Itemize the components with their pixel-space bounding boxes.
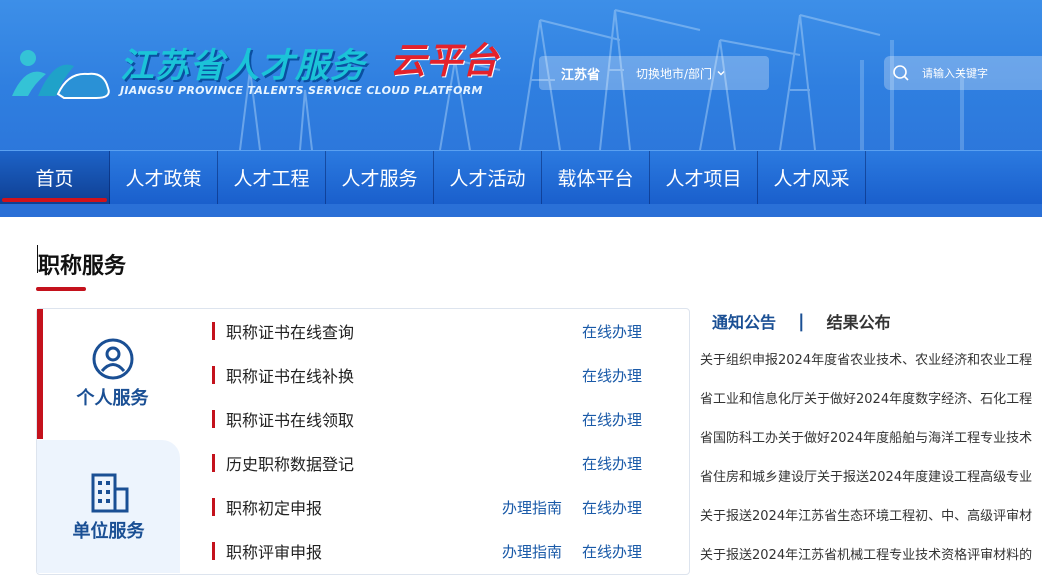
- row-marker: [212, 366, 215, 384]
- region-current: 江苏省: [561, 67, 601, 83]
- service-name[interactable]: 职称初定申报: [226, 495, 322, 519]
- main-nav: 首页 人才政策 人才工程 人才服务 人才活动 载体平台 人才项目 人才风采: [0, 150, 1042, 204]
- nav-item-platforms[interactable]: 载体平台: [542, 151, 650, 204]
- service-row: 历史职称数据登记 在线办理: [212, 441, 672, 485]
- title-underline: [36, 287, 86, 291]
- tab-personal-label: 个人服务: [76, 388, 149, 409]
- tab-separator: |: [798, 310, 805, 332]
- building-icon: [87, 471, 131, 513]
- online-apply-link[interactable]: 在线办理: [582, 321, 642, 342]
- row-marker: [212, 454, 215, 472]
- nav-item-policy[interactable]: 人才政策: [110, 151, 218, 204]
- region-switch-button[interactable]: 切换地市/部门: [636, 65, 726, 82]
- nav-item-label: 人才工程: [233, 168, 310, 190]
- logo-cloud-platform-text: 云平台: [390, 41, 499, 82]
- content-card: 职称服务 个人服务 单位服务 职称证书在线查询 在线办理 职称证书在线补换 在线…: [2, 217, 1042, 583]
- region-selector[interactable]: 江苏省 切换地市/部门: [539, 56, 769, 90]
- nav-item-label: 首页: [35, 168, 74, 190]
- nav-item-home[interactable]: 首页: [0, 151, 110, 204]
- nav-item-label: 人才活动: [449, 168, 526, 190]
- online-apply-link[interactable]: 在线办理: [582, 365, 642, 386]
- notice-list: 关于组织申报2024年度省农业技术、农业经济和农业工程 省工业和信息化厅关于做好…: [700, 339, 1042, 573]
- nav-item-label: 人才政策: [125, 168, 202, 190]
- service-name[interactable]: 职称证书在线补换: [226, 363, 354, 387]
- site-logo[interactable]: 江苏省人才服务 云平台 JIANGSU PROVINCE TALENTS SER…: [8, 40, 528, 102]
- nav-item-projects[interactable]: 人才工程: [218, 151, 326, 204]
- notice-tabs: 通知公告 | 结果公布: [712, 309, 891, 333]
- service-name[interactable]: 历史职称数据登记: [226, 451, 354, 475]
- service-row: 职称证书在线领取 在线办理: [212, 397, 672, 441]
- online-apply-link[interactable]: 在线办理: [582, 541, 642, 562]
- row-marker: [212, 322, 215, 340]
- nav-item-services[interactable]: 人才服务: [326, 151, 434, 204]
- nav-item-label: 人才风采: [773, 168, 850, 190]
- nav-item-showcase[interactable]: 人才风采: [758, 151, 866, 204]
- notice-item[interactable]: 关于报送2024年江苏省机械工程专业技术资格评审材料的: [700, 534, 1042, 573]
- service-row: 职称证书在线补换 在线办理: [212, 353, 672, 397]
- nav-item-label: 人才服务: [341, 168, 418, 190]
- search-icon[interactable]: [892, 64, 910, 82]
- notice-item[interactable]: 省住房和城乡建设厅关于报送2024年度建设工程高级专业: [700, 456, 1042, 495]
- tab-unit-label: 单位服务: [72, 520, 145, 542]
- guide-link[interactable]: 办理指南: [502, 497, 562, 518]
- online-apply-link[interactable]: 在线办理: [582, 409, 642, 430]
- notice-item[interactable]: 省国防科工办关于做好2024年度船舶与海洋工程专业技术: [700, 417, 1042, 456]
- logo-english-text: JIANGSU PROVINCE TALENTS SERVICE CLOUD P…: [120, 84, 483, 97]
- service-row: 职称评审申报 办理指南 在线办理: [212, 529, 672, 573]
- chevron-down-icon: [717, 71, 725, 76]
- nav-item-activities[interactable]: 人才活动: [434, 151, 542, 204]
- service-name[interactable]: 职称证书在线领取: [226, 407, 354, 431]
- page-title: 职称服务: [38, 254, 127, 279]
- notice-item[interactable]: 关于组织申报2024年度省农业技术、农业经济和农业工程: [700, 339, 1042, 378]
- service-row: 职称初定申报 办理指南 在线办理: [212, 485, 672, 529]
- online-apply-link[interactable]: 在线办理: [582, 497, 642, 518]
- nav-item-label: 人才项目: [665, 168, 742, 190]
- nav-item-talent-projects[interactable]: 人才项目: [650, 151, 758, 204]
- region-switch-label: 切换地市/部门: [636, 66, 713, 81]
- tab-results[interactable]: 结果公布: [827, 309, 891, 333]
- logo-chinese-text: 江苏省人才服务: [120, 46, 365, 86]
- service-name[interactable]: 职称评审申报: [226, 539, 322, 563]
- service-row: 职称证书在线查询 在线办理: [212, 309, 672, 353]
- online-apply-link[interactable]: 在线办理: [582, 453, 642, 474]
- logo-emblem-icon: [12, 50, 110, 99]
- row-marker: [212, 542, 215, 560]
- person-icon: [92, 338, 134, 380]
- search-box[interactable]: [884, 56, 1042, 90]
- notice-item[interactable]: 省工业和信息化厅关于做好2024年度数字经济、石化工程: [700, 378, 1042, 417]
- service-panel: 个人服务 单位服务 职称证书在线查询 在线办理 职称证书在线补换 在线办理 职称…: [36, 308, 690, 575]
- notice-item[interactable]: 关于报送2024年江苏省生态环境工程初、中、高级评审材: [700, 495, 1042, 534]
- service-name[interactable]: 职称证书在线查询: [226, 319, 354, 343]
- tab-notices[interactable]: 通知公告: [712, 309, 776, 333]
- guide-link[interactable]: 办理指南: [502, 541, 562, 562]
- search-input[interactable]: [920, 65, 1042, 81]
- row-marker: [212, 498, 215, 516]
- row-marker: [212, 410, 215, 428]
- tab-unit-services[interactable]: 单位服务: [37, 440, 180, 573]
- tab-personal-services[interactable]: 个人服务: [37, 309, 182, 439]
- nav-item-label: 载体平台: [557, 168, 634, 190]
